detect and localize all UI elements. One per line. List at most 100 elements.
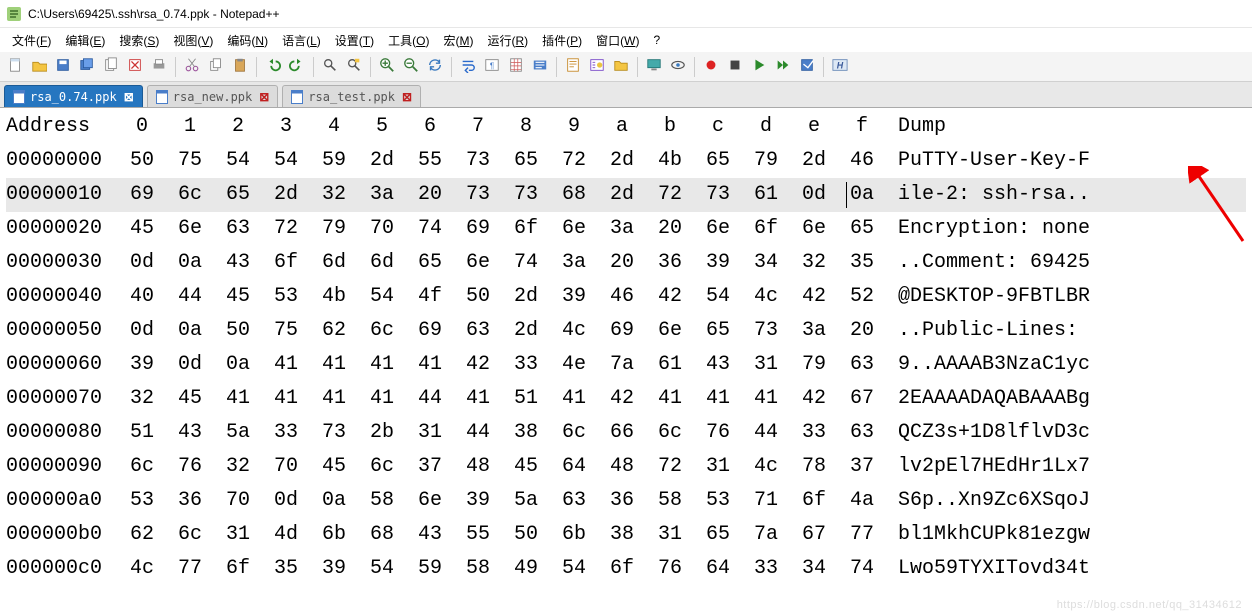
byte-cell[interactable]: 50 xyxy=(214,314,262,348)
byte-cell[interactable]: 58 xyxy=(358,484,406,518)
sync-button[interactable] xyxy=(424,56,446,78)
byte-cell[interactable]: 36 xyxy=(646,246,694,280)
byte-cell[interactable]: 68 xyxy=(550,178,598,212)
hex-row-000000a0[interactable]: 000000a05336700d0a586e395a63365853716f4a… xyxy=(6,484,1246,518)
byte-cell[interactable]: 32 xyxy=(214,450,262,484)
byte-cell[interactable]: 45 xyxy=(118,212,166,246)
byte-cell[interactable]: 6e xyxy=(694,212,742,246)
byte-cell[interactable]: 53 xyxy=(118,484,166,518)
byte-cell[interactable]: 2d xyxy=(598,178,646,212)
byte-cell[interactable]: 2d xyxy=(358,144,406,178)
lang-button[interactable] xyxy=(529,56,551,78)
byte-cell[interactable]: 49 xyxy=(502,552,550,586)
folder-button[interactable] xyxy=(610,56,632,78)
byte-cell[interactable]: 63 xyxy=(838,416,886,450)
byte-cell[interactable]: 6c xyxy=(550,416,598,450)
menu-T[interactable]: 设置(T) xyxy=(329,30,380,51)
byte-cell[interactable]: 61 xyxy=(646,348,694,382)
byte-cell[interactable]: 54 xyxy=(358,552,406,586)
byte-cell[interactable]: 6d xyxy=(358,246,406,280)
byte-cell[interactable]: 4d xyxy=(262,518,310,552)
byte-cell[interactable]: 6b xyxy=(310,518,358,552)
byte-cell[interactable]: 2d xyxy=(262,178,310,212)
byte-cell[interactable]: 41 xyxy=(262,382,310,416)
byte-cell[interactable]: 72 xyxy=(646,178,694,212)
doc-map-button[interactable] xyxy=(562,56,584,78)
play-button[interactable] xyxy=(748,56,770,78)
byte-cell[interactable]: 37 xyxy=(838,450,886,484)
byte-cell[interactable]: 4b xyxy=(310,280,358,314)
byte-cell[interactable]: 65 xyxy=(694,518,742,552)
byte-cell[interactable]: 35 xyxy=(838,246,886,280)
byte-cell[interactable]: 41 xyxy=(454,382,502,416)
hex-row-00000030[interactable]: 000000300d0a436f6d6d656e743a203639343235… xyxy=(6,246,1246,280)
byte-cell[interactable]: 65 xyxy=(694,314,742,348)
byte-cell[interactable]: 38 xyxy=(502,416,550,450)
byte-cell[interactable]: 54 xyxy=(214,144,262,178)
byte-cell[interactable]: 20 xyxy=(598,246,646,280)
guide-button[interactable] xyxy=(505,56,527,78)
hex-row-000000b0[interactable]: 000000b0626c314d6b684355506b3831657a6777… xyxy=(6,518,1246,552)
byte-cell[interactable]: 0a xyxy=(166,246,214,280)
byte-cell[interactable]: 65 xyxy=(502,144,550,178)
byte-cell[interactable]: 2d xyxy=(598,144,646,178)
copy-file-button[interactable] xyxy=(100,56,122,78)
byte-cell[interactable]: 54 xyxy=(262,144,310,178)
menu-help[interactable]: ? xyxy=(647,31,666,49)
byte-cell[interactable]: 71 xyxy=(742,484,790,518)
byte-cell[interactable]: 59 xyxy=(406,552,454,586)
byte-cell[interactable]: 72 xyxy=(646,450,694,484)
byte-cell[interactable]: 4c xyxy=(118,552,166,586)
byte-cell[interactable]: 33 xyxy=(262,416,310,450)
byte-cell[interactable]: 42 xyxy=(790,382,838,416)
byte-cell[interactable]: 6c xyxy=(358,450,406,484)
save-macro-button[interactable] xyxy=(796,56,818,78)
byte-cell[interactable]: 32 xyxy=(118,382,166,416)
byte-cell[interactable]: 0a xyxy=(310,484,358,518)
menu-N[interactable]: 编码(N) xyxy=(221,30,274,51)
byte-cell[interactable]: 66 xyxy=(598,416,646,450)
byte-cell[interactable]: 59 xyxy=(310,144,358,178)
byte-cell[interactable]: 7a xyxy=(598,348,646,382)
byte-cell[interactable]: 43 xyxy=(166,416,214,450)
zoom-in-button[interactable] xyxy=(376,56,398,78)
byte-cell[interactable]: 31 xyxy=(214,518,262,552)
byte-cell[interactable]: 52 xyxy=(838,280,886,314)
hex-row-00000060[interactable]: 00000060390d0a4141414142334e7a6143317963… xyxy=(6,348,1246,382)
byte-cell[interactable]: 42 xyxy=(454,348,502,382)
byte-cell[interactable]: 70 xyxy=(262,450,310,484)
hex-badge-button[interactable]: H xyxy=(829,56,851,78)
byte-cell[interactable]: 32 xyxy=(310,178,358,212)
byte-cell[interactable]: 45 xyxy=(502,450,550,484)
byte-cell[interactable]: 6e xyxy=(166,212,214,246)
byte-cell[interactable]: 43 xyxy=(406,518,454,552)
byte-cell[interactable]: 45 xyxy=(166,382,214,416)
byte-cell[interactable]: 48 xyxy=(454,450,502,484)
byte-cell[interactable]: 68 xyxy=(358,518,406,552)
byte-cell[interactable]: 73 xyxy=(502,178,550,212)
byte-cell[interactable]: 74 xyxy=(502,246,550,280)
open-file-button[interactable] xyxy=(28,56,50,78)
byte-cell[interactable]: 2d xyxy=(790,144,838,178)
byte-cell[interactable]: 78 xyxy=(790,450,838,484)
byte-cell[interactable]: 41 xyxy=(262,348,310,382)
print-button[interactable] xyxy=(148,56,170,78)
byte-cell[interactable]: 42 xyxy=(790,280,838,314)
close-button[interactable] xyxy=(124,56,146,78)
menu-V[interactable]: 视图(V) xyxy=(167,30,219,51)
redo-button[interactable] xyxy=(286,56,308,78)
byte-cell[interactable]: 46 xyxy=(838,144,886,178)
byte-cell[interactable]: 41 xyxy=(214,382,262,416)
byte-cell[interactable]: 43 xyxy=(694,348,742,382)
byte-cell[interactable]: 41 xyxy=(646,382,694,416)
byte-cell[interactable]: 20 xyxy=(406,178,454,212)
byte-cell[interactable]: 33 xyxy=(742,552,790,586)
byte-cell[interactable]: 34 xyxy=(742,246,790,280)
menu-S[interactable]: 搜索(S) xyxy=(113,30,165,51)
byte-cell[interactable]: 0d xyxy=(262,484,310,518)
menu-M[interactable]: 宏(M) xyxy=(437,30,479,51)
byte-cell[interactable]: 20 xyxy=(838,314,886,348)
byte-cell[interactable]: 41 xyxy=(310,348,358,382)
byte-cell[interactable]: 53 xyxy=(694,484,742,518)
byte-cell[interactable]: 20 xyxy=(646,212,694,246)
